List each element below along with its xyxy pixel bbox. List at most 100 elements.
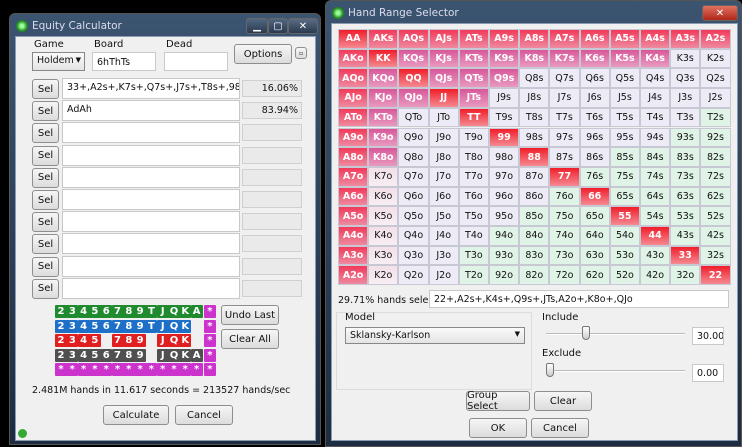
hand-cell[interactable]: 94s (640, 127, 671, 148)
minimize-button[interactable]: ▁ (246, 18, 268, 34)
hand-cell[interactable]: K2o (368, 265, 399, 286)
card-button[interactable]: 2 (55, 348, 67, 362)
card-button[interactable]: 2 (55, 334, 67, 347)
hand-cell[interactable]: J7s (549, 88, 580, 108)
include-value-input[interactable]: 30.00 (692, 327, 724, 345)
hand-cell[interactable]: K3s (670, 48, 701, 69)
card-button[interactable]: 5 (88, 305, 101, 318)
card-button[interactable]: 7 (111, 348, 124, 362)
card-button[interactable]: 4 (77, 334, 90, 347)
hand-cell[interactable]: 76s (579, 166, 610, 187)
hand-cell[interactable]: K7s (549, 48, 580, 69)
hand-cell[interactable]: KJo (368, 88, 399, 108)
hand-cell[interactable]: J2s (700, 88, 731, 108)
hand-cell[interactable]: QJo (398, 88, 429, 108)
hand-cell[interactable]: 87o (519, 166, 550, 187)
hand-cell[interactable]: TT (458, 107, 489, 128)
card-button[interactable]: 2 (55, 305, 67, 318)
sel-button[interactable]: Sel (32, 167, 59, 188)
sel-button[interactable]: Sel (32, 256, 59, 277)
hand-cell[interactable]: K9o (368, 127, 399, 148)
hand-cell[interactable]: A9o (338, 127, 369, 148)
card-button[interactable]: 8 (122, 334, 135, 347)
card-button[interactable]: 4 (77, 319, 90, 333)
hand-cell[interactable]: J9o (428, 127, 459, 148)
hand-cell[interactable]: A2o (338, 265, 369, 286)
hand-cell[interactable]: J6s (579, 88, 610, 108)
hand-cell[interactable]: T7o (458, 166, 489, 187)
hand-cell[interactable]: J6o (428, 186, 459, 207)
hand-cell[interactable]: 84o (519, 226, 550, 246)
hand-cell[interactable]: 43s (670, 226, 701, 246)
card-button[interactable]: 3 (66, 334, 79, 347)
hand-cell[interactable]: Q7o (398, 166, 429, 187)
hand-cell[interactable]: T5s (609, 107, 640, 128)
hand-cell[interactable]: 83s (670, 147, 701, 167)
card-button[interactable]: Q (168, 334, 180, 347)
hand-cell[interactable]: Q8s (519, 68, 550, 89)
hand-cell[interactable]: AJs (428, 29, 459, 49)
wildcard-button[interactable]: * (203, 334, 216, 347)
hand-cell[interactable]: A5o (338, 206, 369, 226)
card-button[interactable]: A (190, 305, 203, 318)
hand-cell[interactable]: T3o (458, 245, 489, 266)
clear-all-button[interactable]: Clear All (221, 329, 279, 349)
hand-cell[interactable]: 75s (609, 166, 640, 187)
maximize-button[interactable]: ▢ (268, 18, 288, 34)
card-button[interactable]: J (156, 348, 169, 362)
hand-cell[interactable]: 83o (519, 245, 550, 266)
hand-cell[interactable]: 87s (549, 147, 580, 167)
group-select-button[interactable]: Group Select (466, 390, 530, 412)
hand-cell[interactable]: Q7s (549, 68, 580, 89)
hand-cell[interactable]: K4s (640, 48, 671, 69)
card-button[interactable]: 6 (100, 319, 113, 333)
hand-cell[interactable]: QTo (398, 107, 429, 128)
hand-cell[interactable]: A5s (609, 29, 640, 49)
hand-cell[interactable]: 52s (700, 206, 731, 226)
sel-button[interactable]: Sel (32, 79, 59, 99)
hand-cell[interactable]: AJo (338, 88, 369, 108)
hand-cell[interactable]: Q8o (398, 147, 429, 167)
card-button[interactable]: 5 (88, 348, 101, 362)
player-range-input[interactable] (62, 122, 240, 144)
small-options-button[interactable]: ▫ (295, 47, 307, 59)
player-range-input[interactable] (62, 144, 240, 166)
card-button[interactable]: * (77, 363, 90, 376)
hand-cell[interactable]: 64s (640, 186, 671, 207)
hand-cell[interactable]: J3o (428, 245, 459, 266)
player-range-input[interactable] (62, 166, 240, 188)
hand-cell[interactable]: Q5s (609, 68, 640, 89)
card-button[interactable]: * (190, 363, 203, 376)
player-range-input[interactable] (62, 255, 240, 277)
card-button[interactable]: A (190, 348, 203, 362)
hand-cell[interactable]: 82o (519, 265, 550, 286)
hand-cell[interactable]: T5o (458, 206, 489, 226)
hand-cell[interactable]: K5s (609, 48, 640, 69)
hand-cell[interactable]: KJs (428, 48, 459, 69)
hand-cell[interactable]: 92o (489, 265, 520, 286)
hand-cell[interactable]: KTs (458, 48, 489, 69)
ok-button[interactable]: OK (469, 418, 527, 438)
hand-cell[interactable]: T3s (670, 107, 701, 128)
model-select[interactable]: Sklansky-Karlson ▼ (345, 327, 525, 344)
hand-cell[interactable]: 98s (519, 127, 550, 148)
hand-cell[interactable]: 54s (640, 206, 671, 226)
card-button[interactable]: * (100, 363, 113, 376)
hand-cell[interactable]: QTs (458, 68, 489, 89)
card-button[interactable]: 6 (100, 305, 113, 318)
hand-cell[interactable]: 54o (609, 226, 640, 246)
hand-cell[interactable]: A8s (519, 29, 550, 49)
card-button[interactable]: * (55, 363, 67, 376)
wildcard-button[interactable]: * (203, 319, 216, 333)
hand-cell[interactable]: 75o (549, 206, 580, 226)
hand-cell[interactable]: A6s (579, 29, 610, 49)
undo-last-button[interactable]: Undo Last (221, 305, 279, 325)
hand-cell[interactable]: J9s (489, 88, 520, 108)
hand-cell[interactable]: AKs (368, 29, 399, 49)
hand-cell[interactable]: 32o (670, 265, 701, 286)
hand-cell[interactable]: J4s (640, 88, 671, 108)
hand-cell[interactable]: K4o (368, 226, 399, 246)
hand-cell[interactable]: 82s (700, 147, 731, 167)
card-button[interactable]: 5 (88, 319, 101, 333)
hand-cell[interactable]: KQs (398, 48, 429, 69)
